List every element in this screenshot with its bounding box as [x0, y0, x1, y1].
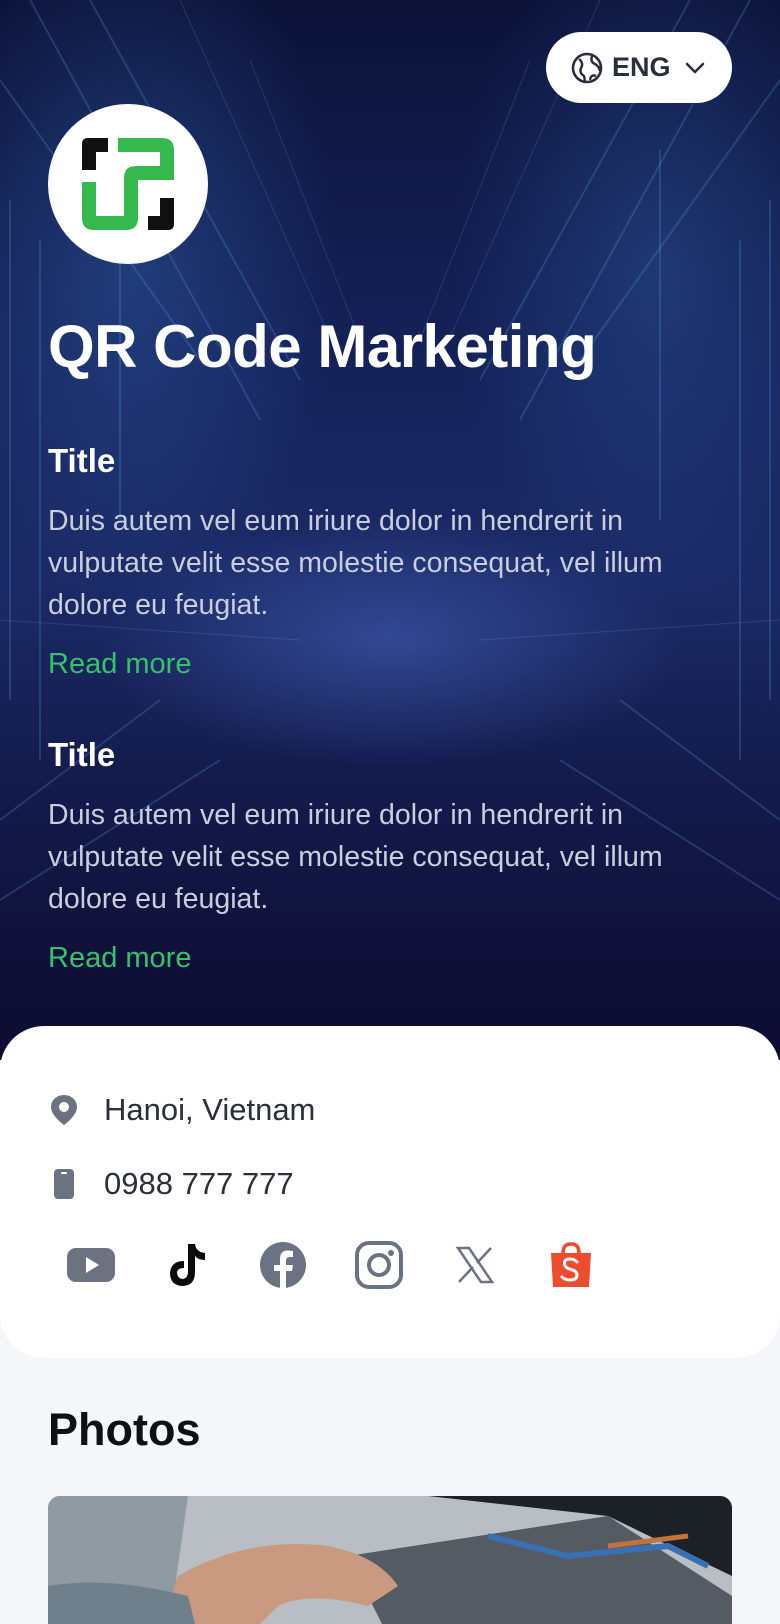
chevron-down-icon [685, 62, 704, 73]
brand-logo [48, 104, 208, 264]
tiktok-icon[interactable] [162, 1240, 212, 1290]
page-title: QR Code Marketing [48, 313, 597, 380]
post-title: Title [48, 442, 116, 479]
location-pin-icon [48, 1094, 80, 1126]
x-icon[interactable] [450, 1240, 500, 1290]
post-item: Title Duis autem vel eum iriure dolor in… [48, 442, 738, 681]
hero-section: ENG QR Code Marketing Title Duis autem v… [0, 0, 780, 1060]
instagram-icon[interactable] [354, 1240, 404, 1290]
qr-logo-icon [82, 138, 174, 230]
phone-number[interactable]: 0988 777 777 [104, 1166, 294, 1202]
post-body: Duis autem vel eum iriure dolor in hendr… [48, 799, 663, 915]
post-body: Duis autem vel eum iriure dolor in hendr… [48, 505, 663, 621]
phone-row[interactable]: 0988 777 777 [48, 1166, 294, 1202]
language-selector[interactable]: ENG [546, 32, 732, 103]
read-more-link[interactable]: Read more [48, 648, 738, 681]
language-label: ENG [612, 52, 671, 82]
youtube-icon[interactable] [66, 1240, 116, 1290]
facebook-icon[interactable] [258, 1240, 308, 1290]
location-text: Hanoi, Vietnam [104, 1092, 316, 1127]
photo-laptop[interactable] [48, 1496, 732, 1624]
read-more-link[interactable]: Read more [48, 942, 738, 975]
social-links [66, 1240, 642, 1290]
post-item: Title Duis autem vel eum iriure dolor in… [48, 736, 738, 975]
mobile-phone-icon [48, 1168, 80, 1200]
laptop-photo-image [48, 1496, 732, 1624]
location-row: Hanoi, Vietnam [48, 1092, 315, 1128]
shopee-icon[interactable] [546, 1240, 596, 1290]
globe-icon [571, 52, 603, 83]
post-title: Title [48, 736, 116, 773]
photos-heading: Photos [48, 1404, 201, 1455]
